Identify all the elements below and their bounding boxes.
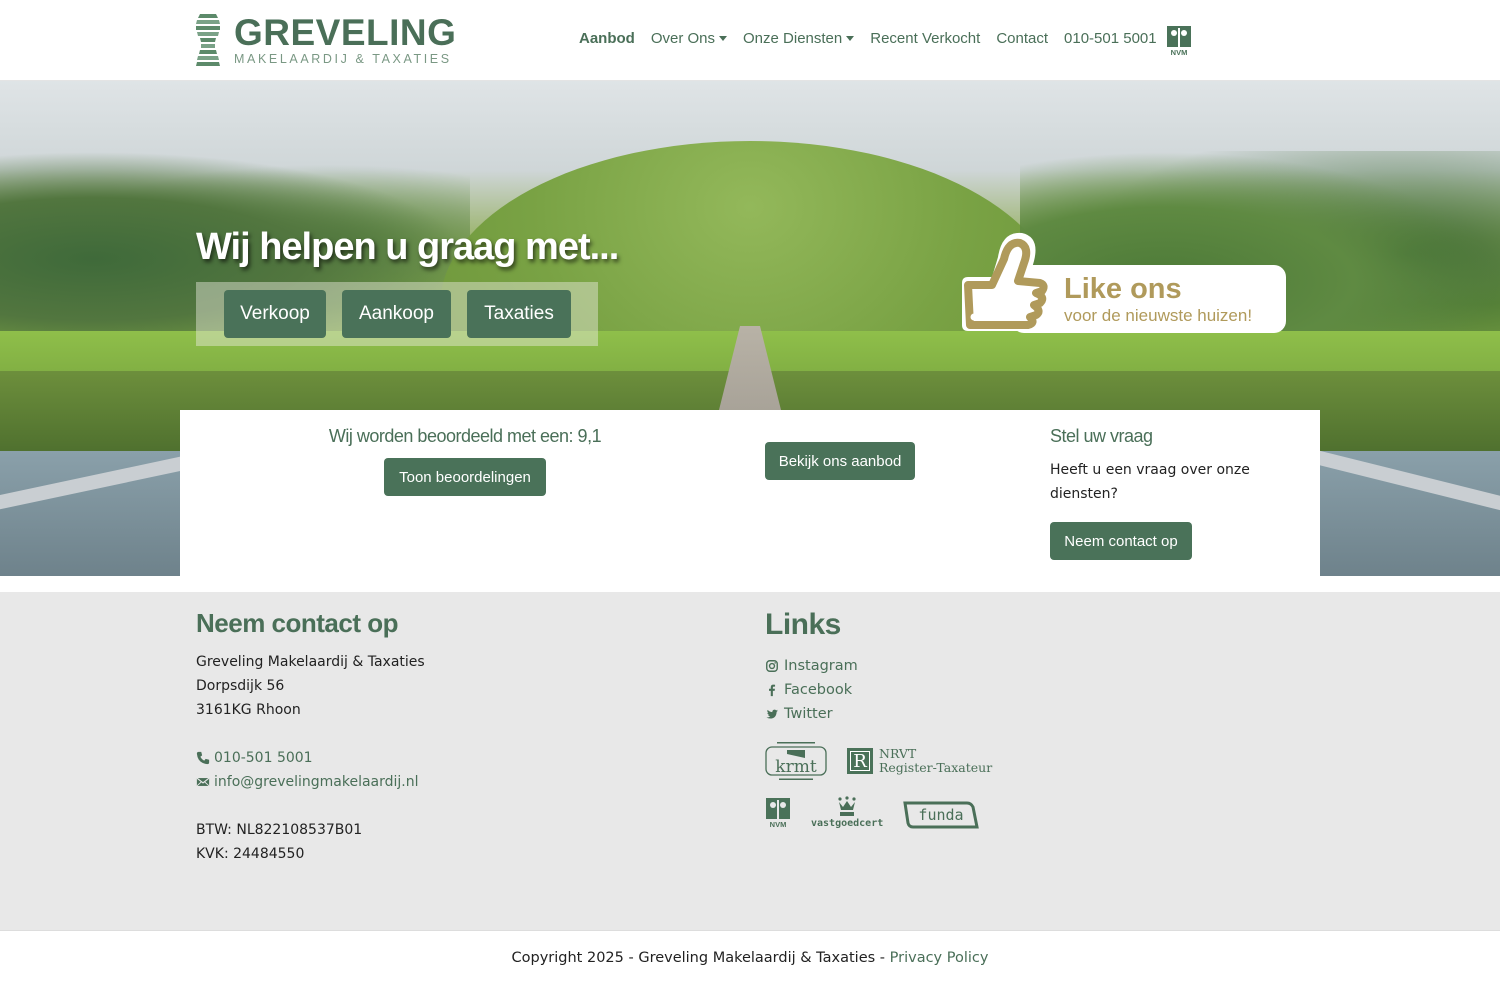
show-reviews-button[interactable]: Toon beoordelingen — [384, 458, 546, 496]
footer-contact-details: Greveling Makelaardij & Taxaties Dorpsdi… — [196, 650, 425, 866]
phone-icon — [196, 751, 210, 765]
hero-service-buttons: Verkoop Aankoop Taxaties — [196, 282, 598, 346]
footer-links-title: Links — [765, 608, 841, 641]
like-us-title: Like ons — [1064, 273, 1182, 305]
contact-button[interactable]: Neem contact op — [1050, 522, 1192, 560]
nav-item-over-ons[interactable]: Over Ons — [650, 30, 728, 47]
nvm-logo-icon[interactable]: NVM — [1166, 25, 1192, 57]
view-offer-button[interactable]: Bekijk ons aanbod — [765, 442, 915, 480]
kvk-number: KVK: 24484550 — [196, 846, 305, 862]
partner-logos-row-2: NVM vastgoedcert funda — [765, 796, 980, 829]
partner-logos-row-1: krmt R NRVT Register-Taxateur — [765, 740, 992, 782]
nav-item-aanbod[interactable]: Aanbod — [579, 30, 635, 47]
phone-number: 010-501 5001 — [214, 750, 313, 766]
instagram-icon — [766, 660, 778, 672]
twitter-icon — [766, 709, 779, 719]
instagram-link[interactable]: Instagram — [765, 654, 858, 678]
caret-down-icon — [719, 36, 728, 41]
logo[interactable]: GREVELING MAKELAARDIJ & TAXATIES — [194, 12, 456, 68]
caret-down-icon — [846, 36, 855, 41]
nrvt-logo[interactable]: R NRVT Register-Taxateur — [847, 747, 992, 775]
envelope-icon — [196, 777, 210, 787]
footer: Neem contact op Greveling Makelaardij & … — [0, 592, 1500, 930]
aankoop-button[interactable]: Aankoop — [342, 290, 451, 338]
phone-link[interactable]: 010-501 5001 — [196, 746, 425, 770]
facebook-label: Facebook — [784, 682, 853, 698]
address-city: 3161KG Rhoon — [196, 702, 301, 718]
copyright-bar: Copyright 2025 - Greveling Makelaardij &… — [0, 930, 1500, 1000]
question-title: Stel uw vraag — [1050, 426, 1153, 446]
brand-tagline: MAKELAARDIJ & TAXATIES — [234, 52, 452, 66]
footer-contact-title: Neem contact op — [196, 608, 399, 638]
btw-number: BTW: NL822108537B01 — [196, 822, 363, 838]
company-name: Greveling Makelaardij & Taxaties — [196, 654, 425, 670]
nav-label: Onze Diensten — [743, 30, 843, 47]
crown-icon — [838, 796, 856, 816]
main-nav: Aanbod Over Ons Onze Diensten Recent Ver… — [579, 30, 1173, 47]
nrvt-title: NRVT — [879, 746, 917, 761]
privacy-policy-link[interactable]: Privacy Policy — [890, 950, 989, 966]
nrvt-r-mark: R — [847, 748, 873, 774]
nav-label: Aanbod — [579, 30, 635, 47]
copyright-text: Copyright 2025 - Greveling Makelaardij &… — [511, 950, 890, 966]
nav-label: Recent Verkocht — [870, 30, 981, 47]
like-us-subtitle: voor de nieuwste huizen! — [1064, 306, 1253, 325]
vastgoedcert-label: vastgoedcert — [811, 818, 884, 829]
email-address: info@grevelingmakelaardij.nl — [214, 774, 419, 790]
nvm-footer-label: NVM — [770, 820, 787, 829]
verkoop-button[interactable]: Verkoop — [224, 290, 326, 338]
nrvt-subtitle: Register-Taxateur — [879, 760, 993, 775]
nvm-logo[interactable]: NVM — [765, 797, 791, 829]
nav-item-contact[interactable]: Contact — [996, 30, 1048, 47]
vastgoedcert-logo[interactable]: vastgoedcert — [811, 796, 883, 829]
funda-label: funda — [919, 806, 964, 824]
logo-mark-icon — [196, 14, 220, 66]
funda-logo[interactable]: funda — [903, 801, 980, 829]
nav-item-onze-diensten[interactable]: Onze Diensten — [743, 30, 855, 47]
question-text: Heeft u een vraag over onze diensten? — [1050, 462, 1250, 502]
krmt-label: krmt — [775, 757, 817, 777]
info-card: Wij worden beoordeeld met een: 9,1 Toon … — [180, 410, 1320, 576]
address-street: Dorpsdijk 56 — [196, 678, 285, 694]
brand-name: GREVELING — [234, 12, 457, 53]
twitter-label: Twitter — [784, 706, 833, 722]
nav-item-recent-verkocht[interactable]: Recent Verkocht — [870, 30, 980, 47]
nav-label: Over Ons — [650, 30, 716, 47]
nav-label: Contact — [996, 30, 1049, 47]
social-links: Instagram Facebook Twitter — [765, 654, 858, 726]
rating-text: Wij worden beoordeeld met een: 9,1 — [328, 426, 602, 446]
nvm-label: NVM — [1171, 48, 1188, 57]
nav-label: 010-501 5001 — [1064, 30, 1157, 47]
facebook-link[interactable]: Facebook — [765, 678, 858, 702]
hero-title: Wij helpen u graag met... — [196, 226, 619, 268]
navbar: GREVELING MAKELAARDIJ & TAXATIES Aanbod … — [0, 0, 1500, 81]
thumbs-up-icon — [962, 232, 1053, 331]
like-us-badge[interactable]: Like ons voor de nieuwste huizen! — [952, 227, 1286, 339]
taxaties-button[interactable]: Taxaties — [467, 290, 571, 338]
krmt-logo[interactable]: krmt — [765, 740, 827, 782]
instagram-label: Instagram — [784, 658, 858, 674]
twitter-link[interactable]: Twitter — [765, 702, 858, 726]
email-link[interactable]: info@grevelingmakelaardij.nl — [196, 770, 425, 794]
facebook-icon — [769, 684, 776, 697]
nav-item-phone[interactable]: 010-501 5001 — [1064, 30, 1157, 47]
